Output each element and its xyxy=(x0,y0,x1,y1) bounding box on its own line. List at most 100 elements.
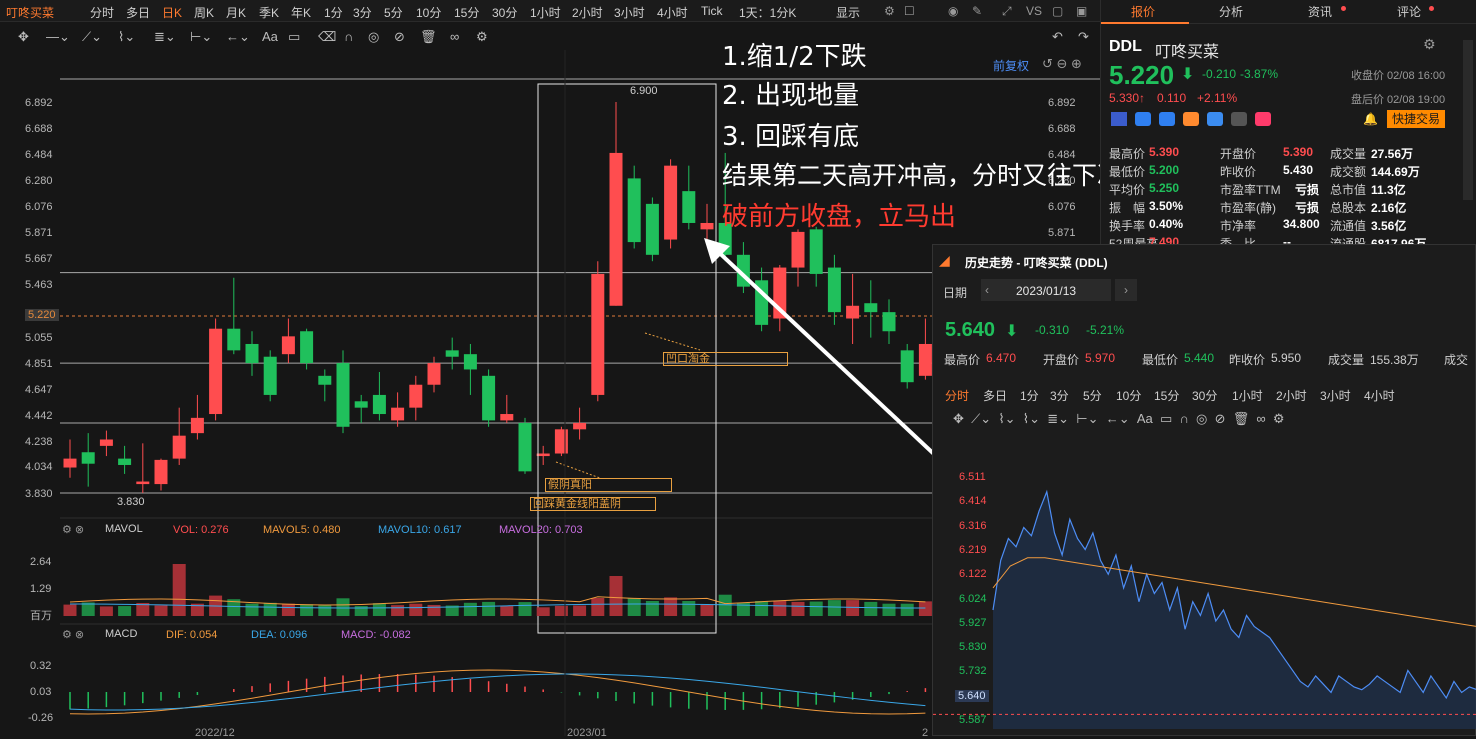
panel-settings-icon[interactable]: ⚙ xyxy=(1423,36,1436,53)
macd-indicator-name[interactable]: MACD xyxy=(105,628,137,640)
period-tab[interactable]: 年K xyxy=(291,4,311,21)
settings-icon[interactable]: ⚙ xyxy=(884,4,895,18)
popup-timeframe-tab[interactable]: 分时 xyxy=(945,387,969,404)
annotation-line-4: 结果第二天高开冲高，分时又往下冲 xyxy=(722,161,1123,190)
tab-analysis[interactable]: 分析 xyxy=(1219,3,1243,20)
popup-timeframe-tab[interactable]: 3分 xyxy=(1050,387,1069,404)
eye-icon[interactable]: ◎ xyxy=(368,29,379,45)
quick-trade-button[interactable]: 快捷交易 xyxy=(1387,110,1445,128)
y-axis-label: 5.667 xyxy=(25,253,53,265)
scrollbar[interactable] xyxy=(1463,40,1473,200)
fib-tool-icon[interactable]: ≣⌄ xyxy=(154,29,176,45)
arrow-tool-icon[interactable]: ←⌄ xyxy=(226,29,250,45)
period-tab[interactable]: 月K xyxy=(226,4,246,21)
trend-tool-icon[interactable]: ⟋⌄ xyxy=(82,29,102,45)
camera-icon[interactable]: ◉ xyxy=(948,4,958,18)
period-tab[interactable]: 30分 xyxy=(492,4,517,21)
popup-timeframe-tab[interactable]: 2小时 xyxy=(1276,387,1307,404)
redo-icon[interactable]: ↷ xyxy=(1078,29,1089,45)
book-icon[interactable]: ▢ xyxy=(1052,4,1063,18)
stock-tab[interactable]: 叮咚买菜 xyxy=(6,4,54,21)
period-tab[interactable]: 2小时 xyxy=(572,4,603,21)
period-tab[interactable]: 多日 xyxy=(126,4,150,21)
doc-icon[interactable] xyxy=(1231,112,1247,126)
popup-timeframe-tab[interactable]: 3小时 xyxy=(1320,387,1351,404)
chart-control-icons[interactable]: ↺ ⊖ ⊕ xyxy=(1042,56,1082,72)
popup-y-label: 5.640 xyxy=(955,689,989,702)
period-tab[interactable]: 1小时 xyxy=(530,4,561,21)
period-tab[interactable]: 周K xyxy=(194,4,214,21)
line-tool-icon[interactable]: —⌄ xyxy=(46,29,70,45)
tab-news[interactable]: 资讯 xyxy=(1308,3,1332,20)
crosshair-icon[interactable]: ✥ xyxy=(18,29,29,45)
popup-y-label: 5.830 xyxy=(959,641,987,654)
period-tab[interactable]: 1天：1分K xyxy=(739,4,796,21)
chat-icon[interactable]: ▣ xyxy=(1076,4,1087,18)
period-tab[interactable]: Tick xyxy=(701,4,723,18)
layout-icon[interactable]: ☐ xyxy=(904,4,915,18)
tag-icon[interactable] xyxy=(1207,112,1223,126)
text-tool-icon[interactable]: Aa xyxy=(262,29,278,44)
popup-timeframe-tab[interactable]: 30分 xyxy=(1192,387,1217,404)
period-tab[interactable]: 1分 xyxy=(324,4,343,21)
date-value[interactable]: 2023/01/13 xyxy=(1016,284,1076,298)
vol-settings-icon[interactable]: ⚙ ⊗ xyxy=(62,523,84,536)
link-icon[interactable]: ∞ xyxy=(450,29,459,44)
gear-icon[interactable]: ⚙ xyxy=(476,29,488,45)
adjust-label[interactable]: 前复权 xyxy=(993,57,1029,74)
volume-bar xyxy=(536,607,550,616)
wave-tool-icon[interactable]: ⌇⌄ xyxy=(118,29,135,45)
heart-icon[interactable] xyxy=(1255,112,1271,126)
fullscreen-icon[interactable]: ⤢ xyxy=(1002,4,1012,19)
hide-icon[interactable]: ⊘ xyxy=(394,29,405,45)
period-tab[interactable]: 3分 xyxy=(353,4,372,21)
volume-bar xyxy=(591,598,605,616)
macd-settings-icon[interactable]: ⚙ ⊗ xyxy=(62,628,84,641)
display-dropdown[interactable]: 显示 xyxy=(836,4,860,21)
period-tab[interactable]: 日K xyxy=(162,4,182,21)
measure-tool-icon[interactable]: ⊢⌄ xyxy=(190,29,212,45)
wave-icon[interactable] xyxy=(1183,112,1199,126)
y-axis-label-right: 6.076 xyxy=(1048,201,1076,213)
period-tab[interactable]: 15分 xyxy=(454,4,479,21)
compare-icon[interactable]: VS xyxy=(1026,4,1042,18)
popup-timeframe-tab[interactable]: 15分 xyxy=(1154,387,1179,404)
popup-drawing-tools[interactable]: ✥ ⟋⌄ ⌇⌄ ⌇⌄ ≣⌄ ⊢⌄ ←⌄ Aa ▭ ∩ ◎ ⊘ 🗑 ∞ ⚙ xyxy=(953,411,1285,427)
popup-timeframe-tab[interactable]: 5分 xyxy=(1083,387,1102,404)
tab-quote[interactable]: 报价 xyxy=(1131,3,1155,20)
undo-icon[interactable]: ↶ xyxy=(1052,29,1063,45)
period-tab[interactable]: 10分 xyxy=(416,4,441,21)
app-icon[interactable] xyxy=(1135,112,1151,126)
volume-bar xyxy=(372,603,386,616)
popup-timeframe-tab[interactable]: 1小时 xyxy=(1232,387,1263,404)
bell-icon[interactable]: 🔔 xyxy=(1363,112,1378,126)
magnet-icon[interactable]: ∩ xyxy=(344,29,353,44)
period-tab[interactable]: 5分 xyxy=(384,4,403,21)
vol-unit-label: 百万 xyxy=(30,610,52,622)
vol-indicator-name[interactable]: MAVOL xyxy=(105,523,143,535)
eraser-icon[interactable]: ⌫ xyxy=(318,29,336,45)
popup-timeframe-tab[interactable]: 多日 xyxy=(983,387,1007,404)
trash-icon[interactable]: 🗑 xyxy=(420,29,437,45)
stat-label: 市盈率(静) xyxy=(1220,201,1276,215)
volume-bar xyxy=(645,601,659,616)
us-flag-icon[interactable] xyxy=(1111,112,1127,126)
intraday-chart[interactable] xyxy=(933,463,1476,737)
popup-title: 历史走势 - 叮咚买菜 (DDL) xyxy=(965,256,1108,270)
dollar-icon[interactable] xyxy=(1159,112,1175,126)
next-date-icon[interactable]: › xyxy=(1115,279,1137,301)
y-axis-label: 6.484 xyxy=(25,149,53,161)
prev-date-icon[interactable]: ‹ xyxy=(985,283,989,297)
period-tab[interactable]: 季K xyxy=(259,4,279,21)
popup-timeframe-tab[interactable]: 1分 xyxy=(1020,387,1039,404)
note-tool-icon[interactable]: ▭ xyxy=(288,29,300,45)
stat-value: 144.69万 xyxy=(1371,165,1420,179)
pen-icon[interactable]: ✎ xyxy=(972,4,982,18)
popup-timeframe-tab[interactable]: 10分 xyxy=(1116,387,1141,404)
period-tab[interactable]: 3小时 xyxy=(614,4,645,21)
tab-comments[interactable]: 评论 xyxy=(1397,3,1421,20)
period-tab[interactable]: 4小时 xyxy=(657,4,688,21)
last-price: 5.220 xyxy=(1109,60,1175,90)
period-tab[interactable]: 分时 xyxy=(90,4,114,21)
popup-timeframe-tab[interactable]: 4小时 xyxy=(1364,387,1395,404)
